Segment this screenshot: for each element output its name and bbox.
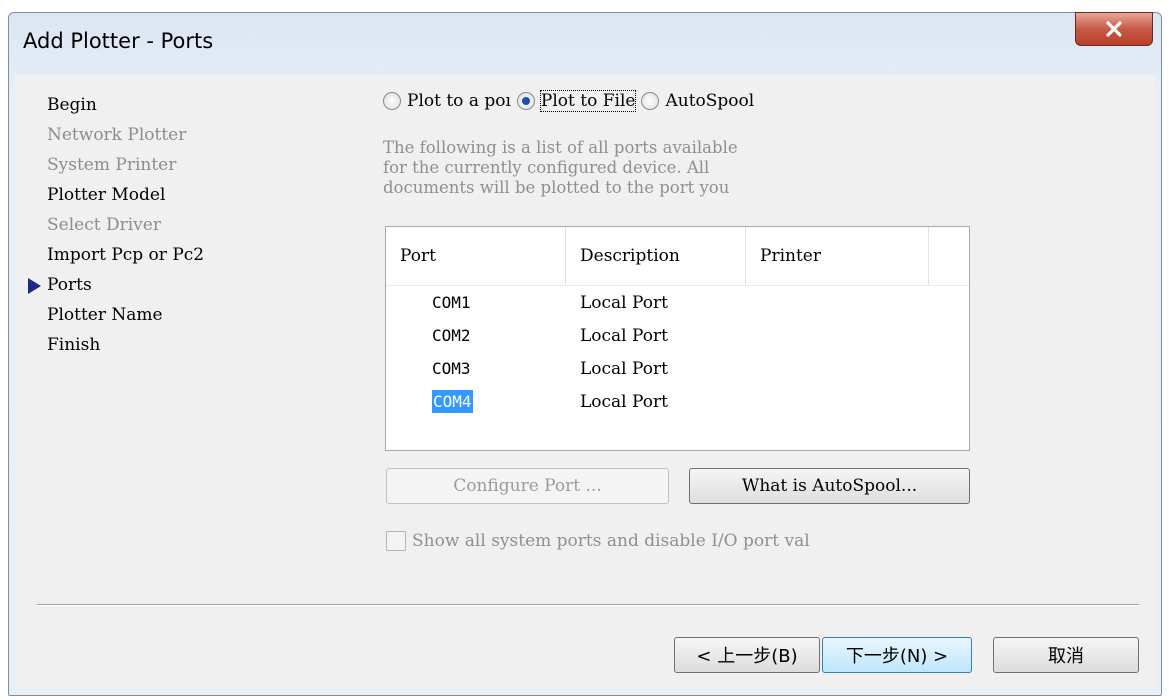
step-begin: Begin — [47, 95, 97, 115]
port-cell: COM2 — [432, 326, 471, 345]
step-ports-current: Ports — [28, 270, 204, 300]
port-cell: COM3 — [432, 359, 471, 378]
plot-to-file-option[interactable]: Plot to File — [516, 90, 637, 112]
description-cell: Local Port — [580, 358, 668, 379]
autospool-label[interactable]: AutoSpool — [665, 91, 754, 111]
next-button[interactable]: 下一步(N) > — [822, 637, 972, 673]
step-network-plotter: Network Plotter — [47, 125, 187, 145]
table-row[interactable]: COM3 Local Port — [386, 352, 969, 385]
plot-to-port-option[interactable]: Plot to a poı — [383, 91, 511, 111]
what-is-autospool-button[interactable]: What is AutoSpool... — [689, 468, 970, 504]
close-icon — [1106, 21, 1122, 37]
ports-list-header: Port Description Printer — [386, 227, 969, 286]
step-import-pcp: Import Pcp or Pc2 — [47, 245, 205, 265]
plot-to-file-label[interactable]: Plot to File — [539, 90, 637, 112]
plot-to-port-radio[interactable] — [383, 92, 401, 110]
close-button[interactable] — [1075, 12, 1153, 46]
step-plotter-model: Plotter Model — [47, 185, 166, 205]
step-plotter-name: Plotter Name — [47, 305, 163, 325]
column-header-description[interactable]: Description — [566, 227, 746, 285]
footer-divider — [37, 604, 1139, 606]
window-title: Add Plotter - Ports — [23, 29, 214, 53]
title-bar: Add Plotter - Ports — [9, 12, 1161, 75]
step-select-driver: Select Driver — [47, 215, 161, 235]
table-row[interactable]: COM1 Local Port — [386, 286, 969, 319]
show-all-ports-checkbox[interactable] — [386, 531, 406, 551]
cancel-button[interactable]: 取消 — [993, 637, 1139, 673]
table-row[interactable]: COM2 Local Port — [386, 319, 969, 352]
step-finish: Finish — [47, 335, 101, 355]
wizard-steps: Begin Network Plotter System Printer Plo… — [28, 90, 205, 360]
show-all-ports-label[interactable]: Show all system ports and disable I/O po… — [412, 531, 810, 551]
description-cell: Local Port — [580, 292, 668, 313]
step-system-printer: System Printer — [47, 155, 177, 175]
current-step-arrow-icon — [28, 278, 41, 294]
output-option-group: Plot to a poı Plot to File AutoSpool — [383, 90, 754, 112]
step-ports: Ports — [47, 275, 92, 295]
port-cell: COM1 — [432, 293, 471, 312]
description-cell: Local Port — [580, 325, 668, 346]
ports-description: The following is a list of all ports ava… — [383, 138, 738, 197]
port-cell-selected: COM4 — [432, 390, 473, 413]
back-button[interactable]: < 上一步(B) — [674, 637, 820, 673]
plot-to-file-radio[interactable] — [516, 92, 535, 110]
table-row-selected[interactable]: COM4 Local Port — [386, 385, 969, 418]
configure-port-button[interactable]: Configure Port ... — [386, 468, 669, 504]
show-all-ports-option[interactable]: Show all system ports and disable I/O po… — [386, 531, 810, 551]
plot-to-port-label[interactable]: Plot to a poı — [407, 91, 511, 111]
autospool-radio[interactable] — [641, 92, 660, 110]
ports-list[interactable]: Port Description Printer COM1 Local Port… — [385, 226, 970, 451]
column-header-port[interactable]: Port — [386, 227, 566, 285]
autospool-option[interactable]: AutoSpool — [641, 91, 754, 111]
description-cell: Local Port — [580, 391, 668, 412]
column-header-printer[interactable]: Printer — [746, 227, 929, 285]
